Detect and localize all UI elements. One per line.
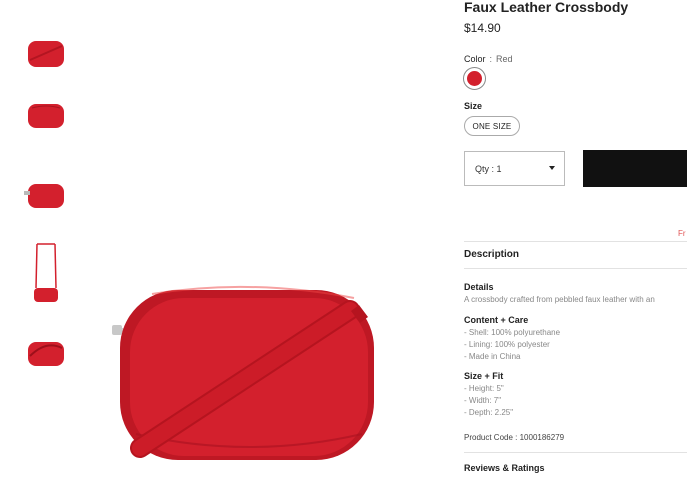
- bag-back-thumbnail-icon: [28, 104, 64, 128]
- reviews-ratings-heading[interactable]: Reviews & Ratings: [464, 463, 545, 473]
- color-swatch-red[interactable]: [463, 67, 486, 90]
- thumbnail-strap[interactable]: [22, 240, 70, 306]
- main-product-image: [100, 270, 400, 470]
- thumbnail-open[interactable]: [22, 330, 70, 378]
- product-code-label: Product Code :: [464, 433, 518, 442]
- caret-down-icon: [549, 166, 555, 170]
- color-separator: :: [489, 54, 493, 64]
- content-care-heading: Content + Care: [464, 315, 529, 325]
- content-item: - Made in China: [464, 352, 521, 361]
- product-price: $14.90: [464, 21, 501, 35]
- bag-front-thumbnail-icon: [28, 41, 64, 67]
- details-heading: Details: [464, 282, 494, 292]
- size-label: Size: [464, 101, 483, 111]
- divider: [464, 452, 687, 453]
- product-page: Faux Leather Crossbody $14.90 Color: Red …: [0, 0, 687, 477]
- quantity-text: Qty : 1: [475, 163, 502, 174]
- quantity-select[interactable]: Qty : 1: [464, 151, 565, 186]
- product-code-value: 1000186279: [519, 433, 565, 442]
- size-fit-heading: Size + Fit: [464, 371, 504, 381]
- bag-side-thumbnail-icon: [24, 184, 64, 208]
- size-option-button[interactable]: ONE SIZE: [464, 116, 520, 136]
- details-text: A crossbody crafted from pebbled faux le…: [464, 295, 655, 304]
- content-item: - Lining: 100% polyester: [464, 340, 550, 349]
- promo-link[interactable]: Fr: [678, 229, 686, 238]
- description-heading[interactable]: Description: [464, 249, 519, 260]
- swatch-fill: [467, 71, 482, 86]
- thumbnail-front[interactable]: [22, 30, 70, 78]
- bag-open-thumbnail-icon: [28, 342, 64, 366]
- crossbody-bag-image: [112, 285, 374, 460]
- divider: [464, 241, 687, 242]
- product-code: Product Code : 1000186279: [464, 433, 564, 442]
- size-item: - Width: 7": [464, 396, 502, 405]
- color-label-row: Color: Red: [464, 54, 513, 64]
- product-title: Faux Leather Crossbody: [464, 0, 629, 15]
- content-item: - Shell: 100% polyurethane: [464, 328, 561, 337]
- color-label: Color: [464, 54, 486, 64]
- bag-strap-thumbnail-icon: [34, 243, 58, 302]
- add-to-bag-button[interactable]: [583, 150, 687, 187]
- divider: [464, 268, 687, 269]
- size-item: - Height: 5": [464, 384, 504, 393]
- size-item: - Depth: 2.25": [464, 408, 514, 417]
- color-value: Red: [496, 54, 513, 64]
- thumbnail-side[interactable]: [22, 172, 70, 220]
- thumbnail-back[interactable]: [22, 92, 70, 140]
